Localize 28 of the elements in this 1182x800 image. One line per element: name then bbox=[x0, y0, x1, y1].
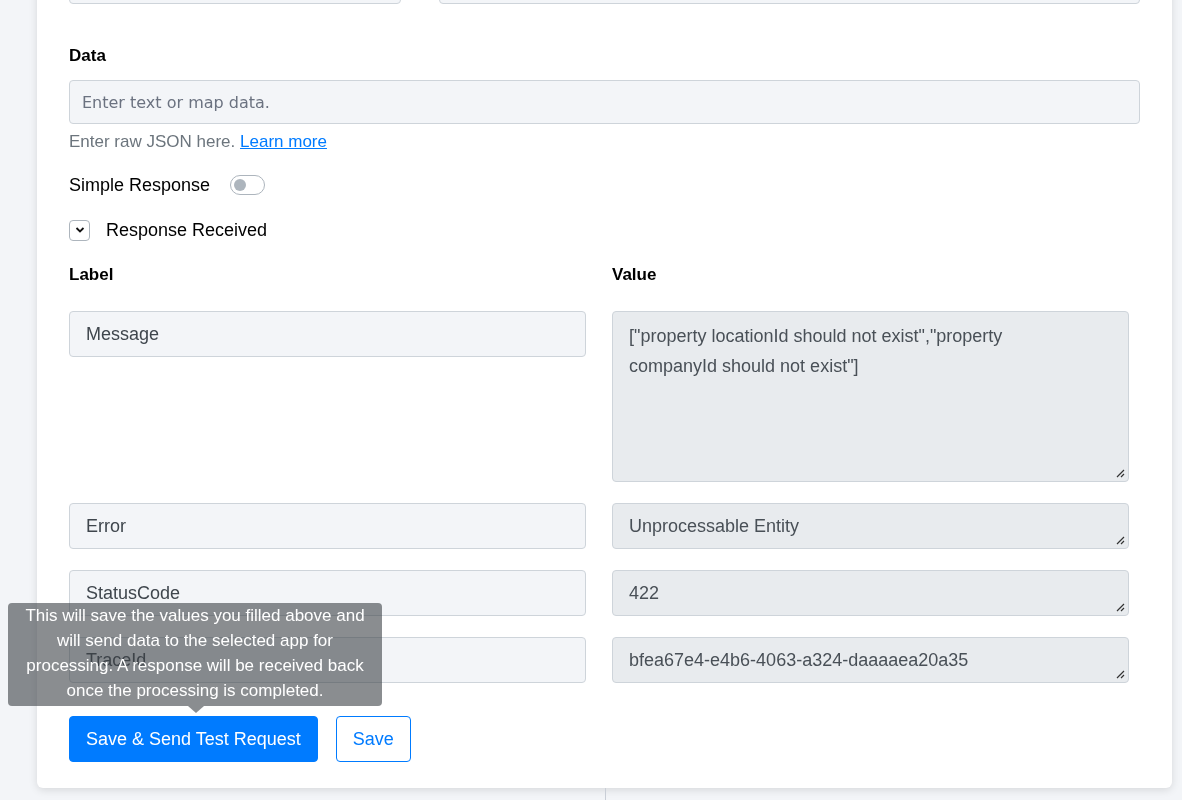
value-text: bfea67e4-e4b6-4063-a324-daaaaea20a35 bbox=[629, 648, 969, 672]
section-title: Response Received bbox=[106, 218, 268, 242]
tooltip-arrow-icon bbox=[188, 706, 204, 713]
data-input-field[interactable]: Enter text or map data. bbox=[69, 80, 1140, 124]
send-test-request-button[interactable]: Save & Send Test Request bbox=[69, 716, 318, 762]
label-field[interactable]: Error bbox=[69, 503, 586, 549]
chevron-down-icon bbox=[74, 225, 85, 235]
resize-handle-icon[interactable] bbox=[1116, 536, 1125, 545]
expand-toggle[interactable] bbox=[69, 219, 90, 241]
column-header: Label bbox=[69, 264, 114, 286]
resize-handle-icon[interactable] bbox=[1116, 603, 1125, 612]
column-header: Value bbox=[612, 264, 657, 286]
learn-more-link[interactable]: Learn more bbox=[240, 132, 327, 151]
value-text: Unprocessable Entity bbox=[629, 514, 800, 538]
value-text: ["property locationId should not exist","property companyId should not exist"] bbox=[629, 325, 1004, 378]
value-field[interactable]: bfea67e4-e4b6-4063-a324-daaaaea20a35 bbox=[612, 637, 1129, 683]
value-field[interactable]: 422 bbox=[612, 570, 1129, 616]
field-label: Data bbox=[69, 45, 106, 67]
value-text: 422 bbox=[629, 581, 660, 605]
save-button[interactable]: Save bbox=[335, 716, 411, 762]
toggle-label: Simple Response bbox=[69, 173, 211, 197]
toggle-switch[interactable] bbox=[230, 175, 266, 195]
resize-handle-icon[interactable] bbox=[1116, 670, 1125, 679]
resize-handle-icon[interactable] bbox=[1116, 469, 1125, 478]
value-field[interactable]: ["property locationId should not exist","property companyId should not exist"] bbox=[612, 311, 1129, 482]
value-field[interactable]: Unprocessable Entity bbox=[612, 503, 1129, 549]
label-field[interactable]: Message bbox=[69, 311, 586, 357]
help-text: Enter raw JSON here. Learn more bbox=[69, 132, 327, 152]
